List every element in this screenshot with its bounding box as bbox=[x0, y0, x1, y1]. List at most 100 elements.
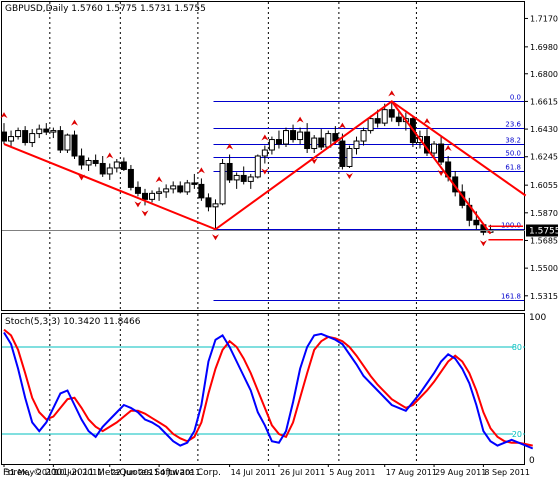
candle bbox=[233, 172, 240, 189]
candle-body bbox=[431, 143, 438, 154]
price-tick-label: 1.6800 bbox=[530, 70, 558, 79]
candle-body bbox=[142, 192, 148, 200]
candle-body bbox=[311, 137, 318, 150]
candle bbox=[198, 178, 205, 201]
price-tick-label: 1.6980 bbox=[530, 43, 558, 52]
candle-body bbox=[219, 162, 226, 205]
candle-body bbox=[113, 161, 120, 169]
fib-label-1: 23.6 bbox=[505, 121, 521, 129]
candle bbox=[71, 130, 78, 159]
candle bbox=[290, 124, 297, 143]
price-axis-ticks: 1.7170 1.6980 1.6800 1.6615 1.6430 1.6245 1.60… bbox=[525, 14, 558, 301]
price-tick-label: 1.5685 bbox=[530, 236, 558, 245]
candle-body bbox=[198, 183, 205, 199]
copyright: Forex, © 2001-2011 MetaQuotes Software C… bbox=[3, 468, 221, 478]
stoch-level-label: 20 bbox=[512, 430, 522, 439]
candle bbox=[360, 127, 367, 146]
candle-body bbox=[339, 140, 346, 167]
candle-body bbox=[78, 155, 85, 166]
candle-body bbox=[473, 219, 480, 226]
stoch-level-label: 80 bbox=[512, 343, 522, 352]
candle bbox=[99, 156, 106, 177]
fractal-down-marker bbox=[134, 201, 142, 208]
candle bbox=[1, 123, 7, 145]
candle-body bbox=[226, 162, 233, 181]
candle-body bbox=[43, 128, 50, 133]
candle bbox=[212, 199, 219, 230]
candle-body bbox=[149, 192, 156, 200]
candle bbox=[113, 158, 120, 173]
candle bbox=[247, 173, 254, 189]
date-label: 8 Sep 2011 bbox=[484, 468, 530, 477]
sub-tick-100: 100 bbox=[529, 313, 546, 323]
candle-body bbox=[304, 131, 311, 150]
date-label: 5 Aug 2011 bbox=[329, 468, 375, 477]
chart-window: 0.0 23.6 38.2 50.0 61.8 100.0 161.8 1.7170 1.69… bbox=[0, 0, 560, 480]
main-header: GBPUSD,Daily 1.5760 1.5775 1.5731 1.5755 bbox=[5, 4, 206, 14]
candle bbox=[240, 166, 247, 185]
fib-label-5: 100.0 bbox=[501, 222, 521, 230]
candle-body bbox=[191, 182, 198, 185]
candle bbox=[15, 127, 22, 140]
price-tick-label: 1.5500 bbox=[530, 264, 558, 273]
candle-body bbox=[85, 159, 92, 166]
candle bbox=[205, 193, 212, 212]
candle-body bbox=[64, 134, 71, 151]
fractal-up-marker bbox=[444, 145, 452, 151]
zigzag-line bbox=[3, 100, 492, 235]
fractal-up-marker bbox=[296, 116, 304, 123]
sub-tick-0: 0 bbox=[529, 456, 535, 466]
price-tick-label: 1.5870 bbox=[530, 209, 558, 218]
candle-body bbox=[106, 167, 113, 175]
candle bbox=[64, 133, 71, 154]
candle bbox=[149, 190, 156, 203]
candle-body bbox=[353, 140, 360, 150]
fractal-down-marker bbox=[212, 234, 219, 241]
price-tick-label: 1.5315 bbox=[530, 292, 558, 301]
candle bbox=[142, 188, 148, 206]
fib-label-3: 50.0 bbox=[505, 150, 521, 158]
candle-body bbox=[205, 197, 212, 208]
candle bbox=[156, 187, 163, 201]
candle-body bbox=[247, 176, 254, 182]
candle-body bbox=[360, 130, 367, 142]
candle-body bbox=[92, 159, 99, 164]
sub-panel-frame bbox=[1, 313, 525, 465]
candle bbox=[304, 123, 311, 154]
candle-body bbox=[212, 203, 219, 208]
candle bbox=[85, 157, 92, 171]
candle bbox=[184, 179, 191, 195]
candle bbox=[226, 154, 233, 183]
candle bbox=[57, 126, 64, 154]
candle bbox=[134, 181, 141, 197]
candle bbox=[275, 130, 282, 149]
candle bbox=[29, 129, 36, 148]
fractal-up-marker bbox=[71, 119, 78, 126]
candle-body bbox=[381, 109, 388, 124]
candle bbox=[283, 127, 289, 148]
candle bbox=[92, 154, 99, 167]
candle-body bbox=[156, 191, 163, 194]
candle bbox=[36, 124, 43, 139]
fractal-up-marker bbox=[155, 176, 163, 183]
fractal-down-marker bbox=[479, 240, 487, 247]
candle-body bbox=[127, 168, 134, 188]
candle bbox=[268, 136, 275, 155]
fib-label-6: 161.8 bbox=[501, 293, 521, 301]
candle-body bbox=[233, 174, 240, 181]
fractal-up-marker bbox=[197, 167, 205, 174]
price-tick-label: 1.6615 bbox=[530, 97, 558, 106]
date-label: 17 Aug 2011 bbox=[386, 468, 437, 477]
candle-body bbox=[1, 131, 7, 142]
candle-body bbox=[177, 185, 184, 193]
candle-body bbox=[170, 185, 177, 190]
date-label: 29 Aug 2011 bbox=[435, 468, 486, 477]
price-tick-label: 1.6245 bbox=[530, 153, 558, 162]
candle bbox=[170, 181, 177, 194]
price-tick-label: 1.6430 bbox=[530, 125, 558, 134]
candle-body bbox=[297, 131, 304, 141]
candle-body bbox=[346, 148, 353, 167]
chart-canvas: 0.0 23.6 38.2 50.0 61.8 100.0 161.8 1.7170 1.69… bbox=[0, 1, 560, 478]
candle bbox=[43, 123, 50, 136]
candle-body bbox=[8, 136, 15, 142]
